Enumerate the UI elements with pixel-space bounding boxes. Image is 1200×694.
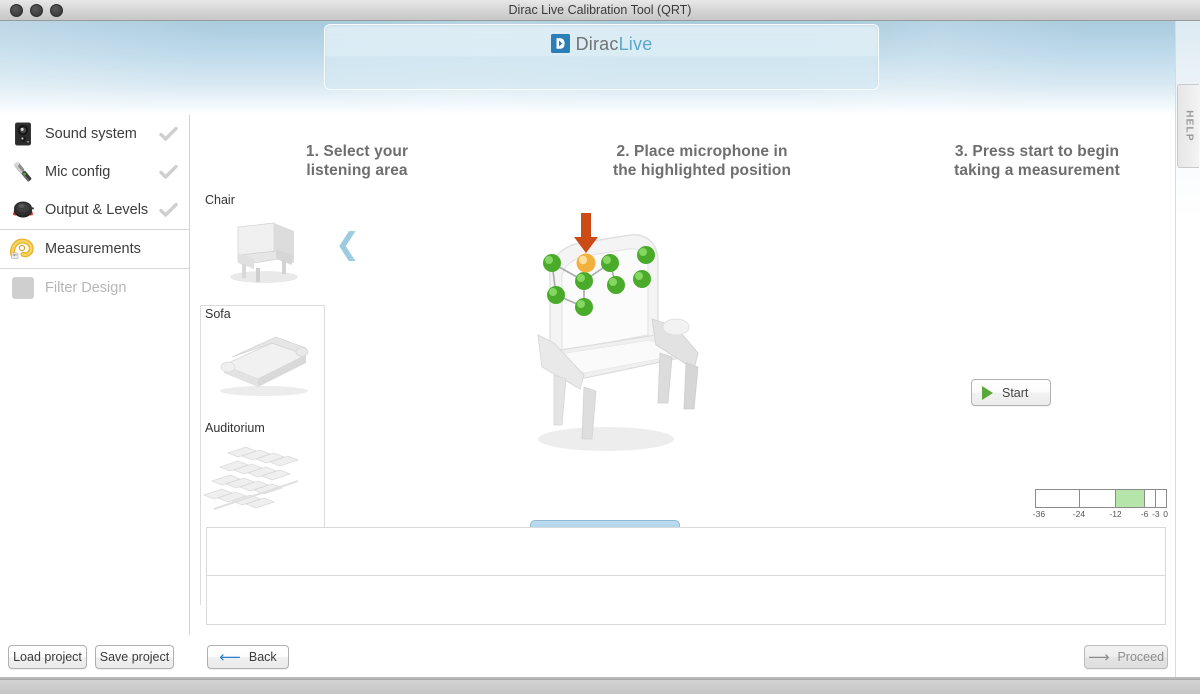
brand-name-first: Dirac [575, 33, 619, 54]
step-1-line-2: listening area [306, 162, 408, 179]
level-meter-tick-label: -3 [1151, 509, 1160, 519]
level-meter-tick-label: -12 [1109, 509, 1122, 519]
speaker-icon [9, 120, 37, 148]
window-title: Dirac Live Calibration Tool (QRT) [508, 3, 692, 17]
chevron-left-icon: ❮ [335, 228, 361, 261]
save-project-button[interactable]: Save project [95, 645, 174, 669]
footer-strip: Feedback [0, 679, 1200, 694]
bottom-toolbar: Load project Save project ⟵ Back ⟶ Proce… [0, 635, 1200, 679]
level-meter-bar [1035, 489, 1167, 508]
sidebar-item-label: Sound system [45, 126, 137, 142]
checkmark-icon [157, 202, 179, 218]
brand-name-second: Live [618, 33, 653, 54]
step-2-line-1: 2. Place microphone in [616, 143, 788, 160]
title-bar: Dirac Live Calibration Tool (QRT) [0, 0, 1200, 21]
listening-area-label: Chair [205, 193, 235, 207]
level-meter-tick-label: -24 [1072, 509, 1086, 519]
help-tab[interactable]: HELP [1177, 84, 1199, 168]
step-2-line-2: the highlighted position [612, 162, 792, 179]
start-button[interactable]: Start [971, 379, 1051, 406]
step-1-line-1: 1. Select your [305, 143, 409, 160]
sidebar-item-output-levels[interactable]: Output & Levels [0, 191, 189, 229]
microphone-icon [9, 158, 37, 186]
step-1-heading: 1. Select your listening area [212, 142, 502, 180]
header-banner: DiracLive [0, 21, 1200, 115]
load-project-button[interactable]: Load project [8, 645, 87, 669]
listening-area-option-auditorium[interactable]: Auditorium [202, 421, 327, 517]
microphone-placement-panel[interactable] [438, 183, 776, 557]
listening-area-list: Chair Sofa Auditorium ❮ [202, 193, 360, 517]
sidebar: Sound system Mic config Output & Levels … [0, 115, 190, 635]
placeholder-icon [9, 274, 37, 302]
sidebar-group-completed: Sound system Mic config Output & Levels [0, 115, 189, 230]
sidebar-item-label: Filter Design [45, 280, 127, 296]
step-3-heading: 3. Press start to begin taking a measure… [902, 142, 1172, 180]
back-button-label: Back [248, 650, 277, 664]
log-panel-lower[interactable] [206, 576, 1166, 625]
auditorium-thumb-icon [202, 435, 327, 517]
brand-name: DiracLive [576, 35, 653, 53]
main-content: 1. Select your listening area 2. Place m… [190, 115, 1175, 635]
level-meter-tick-label: -6 [1140, 509, 1149, 519]
sidebar-item-sound-system[interactable]: Sound system [0, 115, 189, 153]
level-meter-tick-label: 0 [1163, 509, 1169, 519]
listening-area-option-chair[interactable]: Chair [202, 193, 327, 289]
step-3-line-2: taking a measurement [954, 162, 1120, 179]
sidebar-item-measurements[interactable]: Measurements [0, 230, 189, 268]
dirac-logo-icon [550, 34, 570, 53]
step-2-heading: 2. Place microphone in the highlighted p… [502, 142, 902, 180]
start-button-label: Start [1002, 385, 1029, 400]
listening-area-label: Sofa [205, 307, 231, 321]
mic-current-position-dot [576, 253, 596, 273]
listening-area-option-sofa[interactable]: Sofa [202, 307, 327, 403]
help-tab-label: HELP [1183, 110, 1194, 142]
log-area [206, 527, 1166, 625]
play-icon [982, 385, 993, 400]
window-body: DiracLive Sound system Mic config Output… [0, 21, 1200, 679]
tape-measure-icon [9, 235, 37, 263]
sidebar-item-label: Measurements [45, 241, 141, 257]
sidebar-item-mic-config[interactable]: Mic config [0, 153, 189, 191]
chair-thumb-icon [202, 207, 327, 289]
step-headings: 1. Select your listening area 2. Place m… [190, 115, 1175, 179]
arrow-left-icon: ⟵ [219, 648, 241, 666]
listening-area-label: Auditorium [205, 421, 265, 435]
step-3-line-1: 3. Press start to begin [954, 143, 1120, 160]
back-button[interactable]: ⟵ Back [207, 645, 289, 669]
proceed-button[interactable]: ⟶ Proceed [1084, 645, 1168, 669]
level-meter-tick-label: -36 [1032, 509, 1046, 519]
sidebar-item-filter-design[interactable]: Filter Design [0, 269, 189, 307]
sidebar-item-label: Mic config [45, 164, 111, 180]
checkmark-icon [157, 126, 179, 142]
level-meter-fill [1115, 490, 1144, 507]
logo-plate: DiracLive [324, 24, 879, 90]
chair-with-mic-positions [498, 203, 718, 473]
checkmark-icon [157, 164, 179, 180]
level-meter: -36 -24 -12 -6 -3 0 [1032, 489, 1169, 521]
proceed-button-label: Proceed [1117, 650, 1165, 664]
brand-logo: DiracLive [325, 34, 878, 53]
sofa-thumb-icon [202, 321, 327, 403]
volume-knob-icon [9, 196, 37, 224]
level-meter-scale: -36 -24 -12 -6 -3 0 [1032, 509, 1169, 521]
application-window: Dirac Live Calibration Tool (QRT) DiracL… [0, 0, 1200, 694]
sidebar-item-label: Output & Levels [45, 202, 149, 218]
arrow-right-icon: ⟶ [1087, 648, 1110, 666]
log-panel-upper[interactable] [206, 527, 1166, 576]
